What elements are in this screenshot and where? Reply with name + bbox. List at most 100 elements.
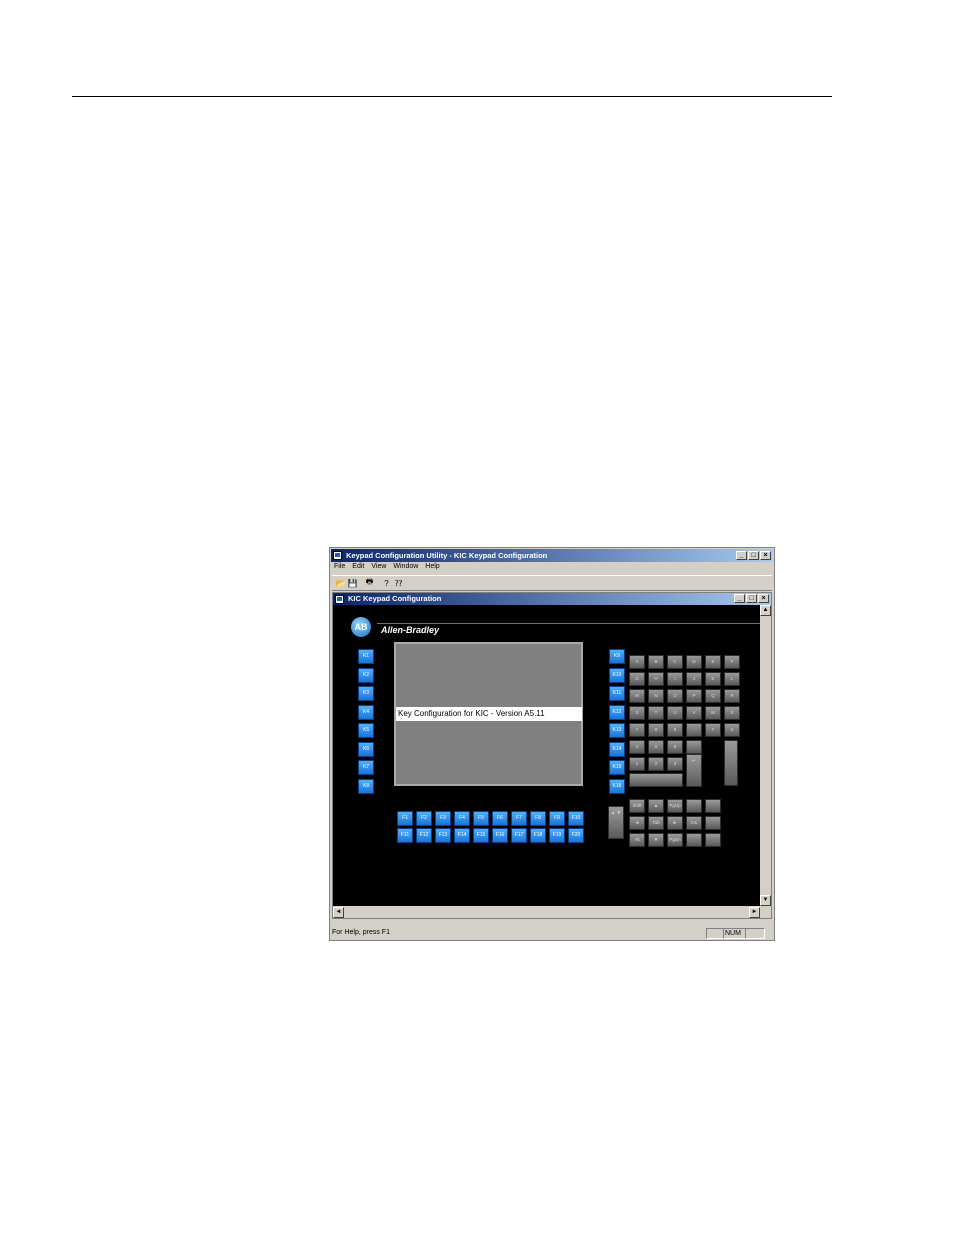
key-k2[interactable]: K2: [358, 667, 374, 683]
key-nav-1-3[interactable]: Ins: [686, 816, 702, 830]
key-alpha-1-1[interactable]: H: [648, 672, 664, 686]
key-f4[interactable]: F4: [454, 811, 470, 826]
key-nav-1-1[interactable]: Tab: [648, 816, 664, 830]
key-nav-1-4[interactable]: [705, 816, 721, 830]
key-num-1-2[interactable]: 3: [667, 757, 683, 771]
key-nav-0-4[interactable]: [705, 799, 721, 813]
key-f17[interactable]: F17: [511, 828, 527, 843]
key-alpha-2-2[interactable]: O: [667, 689, 683, 703]
key-alpha-0-1[interactable]: B: [648, 655, 664, 669]
key-k5[interactable]: K5: [358, 723, 374, 738]
scroll-down-icon[interactable]: ▼: [760, 895, 771, 906]
key-f9[interactable]: F9: [549, 811, 565, 826]
key-k8[interactable]: K8: [358, 778, 374, 794]
key-k12[interactable]: K12: [609, 704, 625, 720]
key-nav-0-1[interactable]: ▲: [648, 799, 664, 813]
key-nav-2-2[interactable]: PgDn: [667, 833, 683, 847]
key-alpha-3-1[interactable]: T: [648, 706, 664, 720]
key-zero[interactable]: [629, 773, 683, 787]
key-nav-0-2[interactable]: PgUp: [667, 799, 683, 813]
key-k10[interactable]: K10: [609, 667, 625, 683]
key-k11[interactable]: K11: [609, 686, 625, 701]
key-f14[interactable]: F14: [454, 828, 470, 843]
key-f12[interactable]: F12: [416, 828, 432, 843]
key-alpha-2-1[interactable]: N: [648, 689, 664, 703]
key-f11[interactable]: F11: [397, 828, 413, 843]
key-alpha-1-3[interactable]: J: [686, 672, 702, 686]
open-icon[interactable]: 📂: [335, 578, 346, 588]
child-minimize-button[interactable]: _: [734, 594, 745, 603]
key-k9[interactable]: K9: [609, 649, 625, 664]
key-f1[interactable]: F1: [397, 811, 413, 826]
key-f20[interactable]: F20: [568, 828, 584, 843]
key-alpha-1-5[interactable]: L: [724, 672, 740, 686]
key-f13[interactable]: F13: [435, 828, 451, 843]
key-k13[interactable]: K13: [609, 723, 625, 738]
close-button[interactable]: ×: [760, 551, 771, 560]
key-alpha-0-2[interactable]: C: [667, 655, 683, 669]
key-f19[interactable]: F19: [549, 828, 565, 843]
help-icon[interactable]: ?: [381, 578, 392, 588]
child-maximize-button[interactable]: □: [746, 594, 757, 603]
key-k1[interactable]: K1: [358, 649, 374, 664]
key-num-0-2[interactable]: 6: [667, 740, 683, 754]
key-f2[interactable]: F2: [416, 811, 432, 826]
key-alpha-4-5[interactable]: Z: [724, 723, 740, 737]
key-alpha-2-0[interactable]: M: [629, 689, 645, 703]
child-close-button[interactable]: ×: [758, 594, 769, 603]
key-alpha-0-4[interactable]: E: [705, 655, 721, 669]
key-nav-2-1[interactable]: ▼: [648, 833, 664, 847]
key-alpha-3-3[interactable]: V: [686, 706, 702, 720]
key-nav-2-0[interactable]: Alt: [629, 833, 645, 847]
print-icon[interactable]: 🖶: [364, 577, 375, 588]
key-f15[interactable]: F15: [473, 828, 489, 843]
key-alpha-3-0[interactable]: S: [629, 706, 645, 720]
key-alpha-1-2[interactable]: I: [667, 672, 683, 686]
key-k14[interactable]: K14: [609, 741, 625, 757]
scroll-up-icon[interactable]: ▲: [760, 605, 771, 616]
key-k15[interactable]: K15: [609, 760, 625, 775]
key-alpha-0-5[interactable]: F: [724, 655, 740, 669]
scroll-left-icon[interactable]: ◄: [333, 907, 344, 918]
key-nav-2-4[interactable]: [705, 833, 721, 847]
key-alpha-1-4[interactable]: K: [705, 672, 721, 686]
key-k3[interactable]: K3: [358, 686, 374, 701]
key-alpha-4-1[interactable]: 8: [648, 723, 664, 737]
menu-view[interactable]: View: [371, 563, 386, 574]
key-nav-0-0[interactable]: Shift: [629, 799, 645, 813]
key-enter-icon[interactable]: ↵: [686, 754, 702, 787]
key-alpha-1-0[interactable]: G: [629, 672, 645, 686]
key-num-0-0[interactable]: 4: [629, 740, 645, 754]
menu-edit[interactable]: Edit: [352, 563, 364, 574]
key-nav-0-3[interactable]: [686, 799, 702, 813]
horizontal-scrollbar[interactable]: ◄ ►: [333, 906, 760, 918]
key-k4[interactable]: K4: [358, 704, 374, 720]
key-alpha-3-5[interactable]: X: [724, 706, 740, 720]
key-nav-1-2[interactable]: ►: [667, 816, 683, 830]
key-alpha-4-3[interactable]: -: [686, 723, 702, 737]
key-num-1-1[interactable]: 2: [648, 757, 664, 771]
key-nav-1-0[interactable]: ◄: [629, 816, 645, 830]
key-arrow-updown-icon[interactable]: ▲ ▼: [608, 806, 624, 839]
key-f7[interactable]: F7: [511, 811, 527, 826]
key-alpha-0-0[interactable]: A: [629, 655, 645, 669]
menu-help[interactable]: Help: [425, 563, 439, 574]
key-f5[interactable]: F5: [473, 811, 489, 826]
menu-window[interactable]: Window: [393, 563, 418, 574]
key-nav-2-3[interactable]: [686, 833, 702, 847]
menu-file[interactable]: File: [334, 563, 345, 574]
key-alpha-4-0[interactable]: 7: [629, 723, 645, 737]
vertical-scrollbar[interactable]: ▲ ▼: [760, 605, 771, 906]
key-alpha-2-4[interactable]: Q: [705, 689, 721, 703]
minimize-button[interactable]: _: [736, 551, 747, 560]
context-help-icon[interactable]: ⁇: [393, 578, 404, 588]
key-k16[interactable]: K16: [609, 778, 625, 794]
key-num-0-3[interactable]: .: [686, 740, 702, 754]
scroll-right-icon[interactable]: ►: [749, 907, 760, 918]
key-alpha-4-4[interactable]: Y: [705, 723, 721, 737]
maximize-button[interactable]: □: [748, 551, 759, 560]
key-k7[interactable]: K7: [358, 760, 374, 775]
key-alpha-3-4[interactable]: W: [705, 706, 721, 720]
key-num-0-1[interactable]: 5: [648, 740, 664, 754]
save-icon[interactable]: 💾: [347, 578, 358, 588]
